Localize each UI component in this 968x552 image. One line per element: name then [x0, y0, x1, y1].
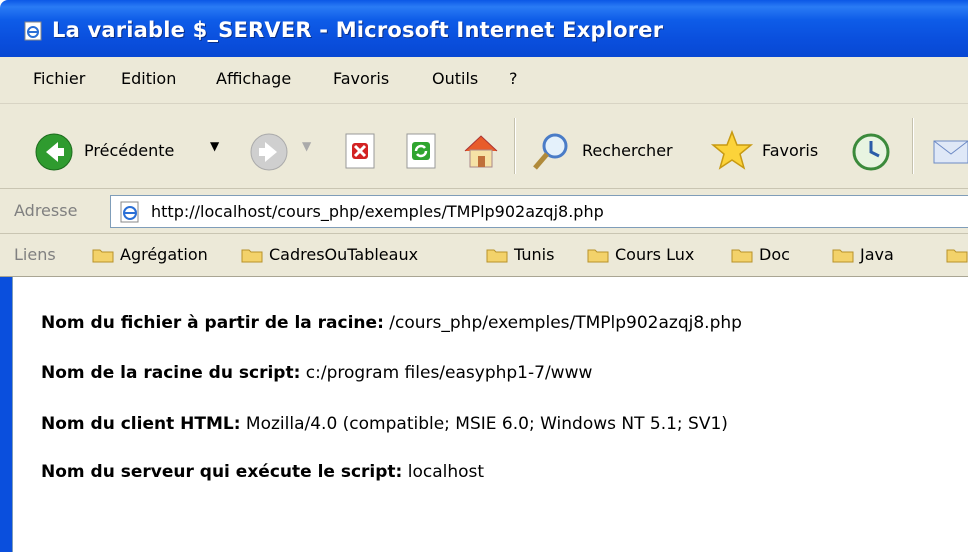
- info-line-user-agent: Nom du client HTML: Mozilla/4.0 (compati…: [41, 414, 728, 434]
- info-line-server-name: Nom du serveur qui exécute le script: lo…: [41, 462, 484, 482]
- page-content: Nom du fichier à partir de la racine: /c…: [12, 277, 968, 552]
- menu-outils[interactable]: Outils: [432, 69, 478, 88]
- info-label: Nom du fichier à partir de la racine:: [41, 313, 384, 333]
- stop-icon[interactable]: [342, 131, 380, 171]
- folder-icon: [241, 249, 263, 263]
- info-value: c:/program files/easyphp1-7/www: [305, 363, 593, 383]
- folder-icon: [587, 249, 609, 263]
- address-label: Adresse: [14, 201, 78, 220]
- star-icon[interactable]: [710, 129, 754, 173]
- refresh-icon[interactable]: [403, 131, 441, 171]
- links-bar: Liens Agrégation CadresOuTableaux Tunis …: [0, 234, 968, 277]
- folder-icon: [946, 249, 968, 263]
- menu-bar: Fichier Edition Affichage Favoris Outils…: [0, 57, 968, 104]
- window-title-bar[interactable]: La variable $_SERVER - Microsoft Interne…: [0, 0, 968, 57]
- back-arrow-icon[interactable]: [34, 132, 74, 172]
- ie-page-icon: [120, 201, 139, 223]
- history-icon[interactable]: [850, 131, 892, 173]
- search-button-label[interactable]: Rechercher: [582, 141, 673, 160]
- back-dropdown-icon[interactable]: ▼: [210, 139, 219, 153]
- link-cadres-ou-tableaux[interactable]: CadresOuTableaux: [269, 245, 418, 264]
- window-title: La variable $_SERVER - Microsoft Interne…: [52, 18, 664, 42]
- menu-fichier[interactable]: Fichier: [33, 69, 85, 88]
- ie-page-icon: [24, 21, 42, 41]
- mail-icon[interactable]: [930, 133, 968, 171]
- link-agregation[interactable]: Agrégation: [120, 245, 208, 264]
- info-value: localhost: [407, 462, 485, 482]
- links-label: Liens: [14, 245, 56, 264]
- magnifier-icon[interactable]: [529, 130, 573, 174]
- info-value: Mozilla/4.0 (compatible; MSIE 6.0; Windo…: [245, 414, 728, 434]
- link-cours-lux[interactable]: Cours Lux: [615, 245, 694, 264]
- folder-icon: [731, 249, 753, 263]
- menu-help[interactable]: ?: [509, 69, 518, 88]
- link-doc[interactable]: Doc: [759, 245, 790, 264]
- info-label: Nom du client HTML:: [41, 414, 241, 434]
- menu-favoris[interactable]: Favoris: [333, 69, 389, 88]
- folder-icon: [92, 249, 114, 263]
- forward-arrow-icon[interactable]: [249, 132, 289, 172]
- link-tunis[interactable]: Tunis: [514, 245, 554, 264]
- info-line-script-name: Nom du fichier à partir de la racine: /c…: [41, 313, 742, 333]
- link-java[interactable]: Java: [860, 245, 894, 264]
- menu-edition[interactable]: Edition: [121, 69, 176, 88]
- address-bar: Adresse http://localhost/cours_php/exemp…: [0, 189, 968, 234]
- home-icon[interactable]: [459, 129, 503, 173]
- back-button-label[interactable]: Précédente: [84, 141, 174, 160]
- favorites-button-label[interactable]: Favoris: [762, 141, 818, 160]
- info-value: /cours_php/exemples/TMPlp902azqj8.php: [389, 313, 742, 333]
- info-line-document-root: Nom de la racine du script: c:/program f…: [41, 363, 592, 383]
- address-input[interactable]: http://localhost/cours_php/exemples/TMPl…: [110, 195, 968, 228]
- menu-affichage[interactable]: Affichage: [216, 69, 291, 88]
- folder-icon: [486, 249, 508, 263]
- address-url: http://localhost/cours_php/exemples/TMPl…: [151, 202, 604, 221]
- info-label: Nom du serveur qui exécute le script:: [41, 462, 403, 482]
- info-label: Nom de la racine du script:: [41, 363, 301, 383]
- forward-dropdown-icon[interactable]: ▼: [302, 139, 311, 153]
- folder-icon: [832, 249, 854, 263]
